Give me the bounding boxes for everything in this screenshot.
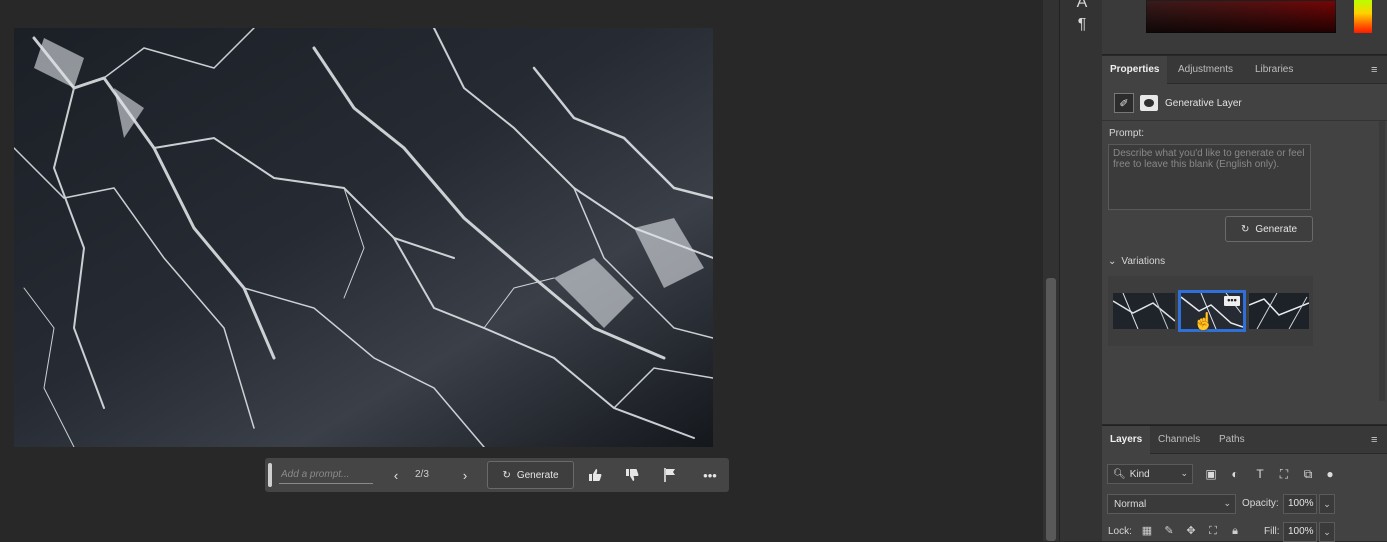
chevron-down-icon: ⌄: [1108, 256, 1117, 267]
generate-label: Generate: [516, 469, 559, 481]
thumbs-up-icon[interactable]: [584, 464, 606, 486]
fill-label: Fill:: [1264, 526, 1280, 537]
opacity-input[interactable]: 100%: [1283, 494, 1317, 514]
generative-layer-icon: ✐: [1114, 93, 1134, 113]
taskbar-generate-button[interactable]: ↻ Generate: [487, 461, 574, 489]
layer-filter-kind-select[interactable]: 🔍︎ Kind ⌄: [1107, 464, 1193, 484]
color-panel: [1102, 0, 1387, 55]
fill-dropdown-icon[interactable]: ⌄: [1319, 522, 1335, 542]
panel-menu-icon[interactable]: ≡: [1371, 434, 1381, 446]
properties-tabbar: Properties Adjustments Libraries ≡: [1102, 56, 1387, 84]
kind-label: Kind: [1129, 468, 1150, 480]
smart-object-filter-icon[interactable]: ⧉: [1299, 464, 1317, 484]
type-icon[interactable]: A: [1072, 0, 1092, 14]
variations-section-toggle[interactable]: ⌄ Variations: [1108, 256, 1165, 267]
flag-icon[interactable]: [659, 464, 681, 486]
divider: [1102, 120, 1387, 121]
tab-properties[interactable]: Properties: [1102, 56, 1168, 84]
prompt-textarea[interactable]: [1108, 144, 1311, 210]
adjustment-filter-icon[interactable]: ◐: [1226, 464, 1244, 484]
properties-scrollbar[interactable]: [1379, 121, 1385, 401]
lock-position-icon[interactable]: ✥: [1183, 523, 1199, 539]
tab-paths[interactable]: Paths: [1211, 426, 1253, 454]
taskbar-prompt-input[interactable]: [279, 466, 373, 484]
layer-mask-icon: [1140, 95, 1158, 111]
more-icon[interactable]: •••: [699, 464, 721, 486]
tool-options-column: A ¶: [1059, 0, 1102, 541]
panel-generate-button[interactable]: ↻ Generate: [1225, 216, 1313, 242]
variations-gallery: •••: [1108, 276, 1313, 346]
opacity-label: Opacity:: [1242, 498, 1279, 509]
lock-image-pixels-icon[interactable]: ✎: [1161, 523, 1177, 539]
variation-more-icon[interactable]: •••: [1224, 296, 1240, 306]
contextual-taskbar: ‹ 2/3 › ↻ Generate •••: [265, 458, 729, 492]
lock-artboard-icon[interactable]: ⛶: [1205, 523, 1221, 539]
hand-cursor-icon: ☝: [1193, 312, 1215, 331]
blend-mode-select[interactable]: Normal ⌄: [1107, 494, 1236, 514]
tab-channels[interactable]: Channels: [1150, 426, 1208, 454]
tab-adjustments[interactable]: Adjustments: [1170, 56, 1241, 84]
thumbs-down-icon[interactable]: [621, 464, 643, 486]
layers-tabbar: Layers Channels Paths ≡: [1102, 426, 1387, 454]
layers-panel: Layers Channels Paths ≡ 🔍︎ Kind ⌄ ▣ ◐ T …: [1102, 425, 1387, 542]
variations-label: Variations: [1121, 256, 1166, 267]
lock-all-icon[interactable]: 🔒︎: [1227, 523, 1243, 539]
chevron-left-icon[interactable]: ‹: [385, 464, 407, 486]
image-filter-icon[interactable]: ▣: [1202, 464, 1220, 484]
variation-counter: 2/3: [415, 469, 429, 480]
panel-menu-icon[interactable]: ≡: [1371, 64, 1381, 76]
shape-filter-icon[interactable]: ⛶: [1275, 464, 1293, 484]
tab-layers[interactable]: Layers: [1102, 426, 1151, 454]
canvas-scrollbar-thumb[interactable]: [1046, 278, 1056, 541]
marble-image[interactable]: [14, 28, 713, 447]
blend-mode-value: Normal: [1114, 498, 1147, 510]
layer-type-label: Generative Layer: [1165, 98, 1242, 109]
color-field-shade: [1146, 0, 1336, 33]
generate-icon: ↻: [1240, 223, 1250, 235]
filter-toggle-icon[interactable]: ●: [1321, 464, 1339, 484]
generate-label: Generate: [1255, 223, 1298, 235]
properties-panel: Properties Adjustments Libraries ≡ ✐ Gen…: [1102, 56, 1387, 424]
tab-libraries[interactable]: Libraries: [1247, 56, 1301, 84]
paragraph-icon[interactable]: ¶: [1072, 16, 1092, 36]
chevron-down-icon: ⌄: [1180, 468, 1188, 478]
variation-thumbnail[interactable]: [1113, 293, 1175, 329]
prompt-label: Prompt:: [1109, 128, 1145, 139]
generate-icon: ↻: [502, 469, 511, 481]
fill-input[interactable]: 100%: [1283, 522, 1317, 542]
lock-label: Lock:: [1108, 526, 1132, 537]
chevron-down-icon: ⌄: [1223, 498, 1231, 508]
drag-handle[interactable]: [268, 463, 272, 487]
type-filter-icon[interactable]: T: [1251, 464, 1269, 484]
variation-thumbnail[interactable]: [1249, 293, 1309, 329]
chevron-right-icon[interactable]: ›: [454, 464, 476, 486]
search-icon: 🔍︎: [1113, 468, 1126, 480]
opacity-dropdown-icon[interactable]: ⌄: [1319, 494, 1335, 514]
hue-slider[interactable]: [1354, 0, 1372, 33]
lock-transparency-icon[interactable]: ▦: [1139, 523, 1155, 539]
